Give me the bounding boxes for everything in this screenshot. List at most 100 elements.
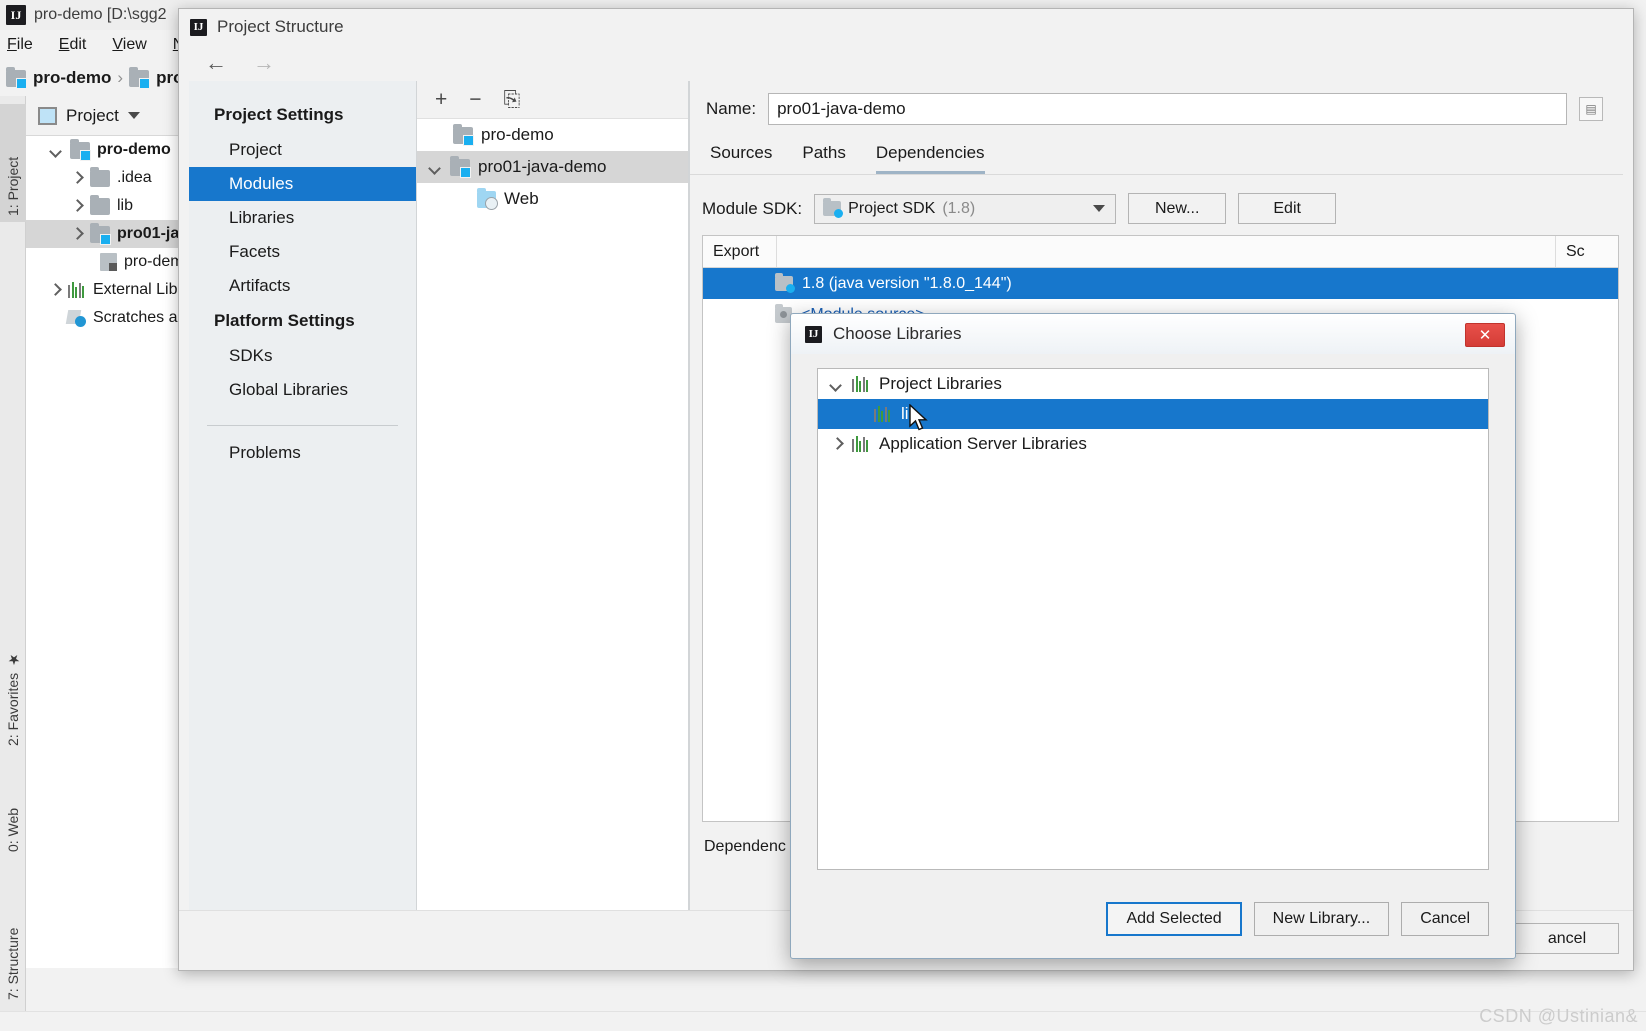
tab-paths[interactable]: Paths — [802, 143, 845, 174]
library-icon — [68, 282, 86, 298]
close-icon[interactable]: ✕ — [1465, 323, 1505, 347]
library-icon — [874, 406, 892, 422]
module-name-input[interactable] — [768, 93, 1567, 125]
tool-window-strip-left: 1: Project 2: Favorites ★ 0: Web 7: Stru… — [0, 96, 26, 1031]
libraries-list[interactable]: Project Libraries lib Application Server… — [817, 368, 1489, 870]
tab-dependencies[interactable]: Dependencies — [875, 143, 985, 174]
expand-arrow-icon[interactable] — [50, 144, 63, 157]
tool-tab-favorites[interactable]: 2: Favorites ★ — [0, 616, 26, 752]
sidebar-item-sdks[interactable]: SDKs — [189, 339, 416, 373]
column-name[interactable] — [777, 236, 1556, 267]
expand-arrow-icon[interactable] — [70, 172, 83, 185]
sidebar-item-artifacts[interactable]: Artifacts — [189, 269, 416, 303]
mouse-cursor-icon — [909, 404, 928, 431]
library-label: Project Libraries — [879, 374, 1002, 393]
choose-libraries-buttonbar: Add Selected New Library... Cancel — [1106, 902, 1489, 936]
project-structure-cancel-button[interactable]: ancel — [1515, 923, 1619, 954]
library-node-application-server-libraries[interactable]: Application Server Libraries — [818, 429, 1488, 459]
sidebar-item-facets[interactable]: Facets — [189, 235, 416, 269]
tool-tab-label: 7: Structure — [5, 927, 21, 1000]
sidebar-item-libraries[interactable]: Libraries — [189, 201, 416, 235]
breadcrumb-separator: › — [117, 68, 124, 87]
project-structure-nav: ← → — [179, 45, 1633, 81]
intellij-logo-icon: IJ — [805, 325, 822, 343]
tree-node-label: pro-demo — [97, 141, 171, 158]
folder-module-icon — [453, 123, 474, 146]
library-icon — [852, 436, 870, 452]
module-label: pro-demo — [481, 125, 554, 144]
library-icon — [852, 376, 870, 392]
folder-icon — [90, 194, 110, 215]
arrow-right-icon[interactable]: → — [253, 50, 275, 76]
chevron-down-icon[interactable] — [127, 112, 140, 119]
ide-status-bar — [0, 1011, 1646, 1031]
module-sdk-value: Project SDK — [848, 199, 936, 217]
expand-arrow-icon[interactable] — [48, 284, 61, 297]
plus-icon[interactable]: + — [435, 89, 447, 110]
arrow-left-icon[interactable]: ← — [205, 50, 227, 76]
expand-arrow-icon[interactable] — [429, 161, 442, 174]
copy-icon[interactable]: ⎘ — [504, 89, 521, 110]
expand-arrow-icon[interactable] — [70, 228, 83, 241]
library-label: Application Server Libraries — [879, 434, 1087, 453]
sidebar-item-global-libraries[interactable]: Global Libraries — [189, 373, 416, 407]
new-library-button[interactable]: New Library... — [1253, 902, 1390, 936]
folder-module-icon — [90, 222, 111, 245]
tab-sources[interactable]: Sources — [710, 143, 772, 174]
maximize-icon[interactable]: ▤ — [1579, 97, 1603, 121]
module-row-pro01-java-demo[interactable]: pro01-java-demo — [417, 151, 688, 183]
dependencies-table-header: Export Sc — [703, 236, 1618, 268]
module-sdk-combo[interactable]: Project SDK (1.8) — [814, 193, 1117, 224]
expand-arrow-icon[interactable] — [830, 378, 843, 391]
breadcrumb-item-pro[interactable]: pro — [129, 66, 183, 89]
sidebar-divider — [207, 425, 398, 426]
sidebar-item-project[interactable]: Project — [189, 133, 416, 167]
new-sdk-button[interactable]: New... — [1128, 193, 1227, 224]
edit-sdk-button[interactable]: Edit — [1238, 193, 1337, 224]
menu-edit[interactable]: Edit — [56, 34, 90, 56]
project-structure-titlebar: IJ Project Structure — [179, 9, 1633, 45]
star-icon: ★ — [5, 650, 21, 667]
intellij-logo-icon: IJ — [190, 18, 207, 36]
library-node-project-libraries[interactable]: Project Libraries — [818, 369, 1488, 399]
tool-tab-structure[interactable]: 7: Structure — [0, 876, 26, 1006]
project-structure-title: Project Structure — [217, 17, 344, 36]
expand-arrow-icon[interactable] — [830, 438, 843, 451]
sidebar-item-problems[interactable]: Problems — [189, 436, 416, 470]
expand-arrow-icon[interactable] — [70, 200, 83, 213]
column-export[interactable]: Export — [703, 236, 777, 267]
modules-toolbar: + − ⎘ — [417, 81, 688, 119]
column-scope[interactable]: Sc — [1556, 236, 1618, 267]
module-row-web-facet[interactable]: Web — [417, 183, 688, 215]
menu-view[interactable]: View — [109, 34, 149, 56]
sdk-icon — [823, 198, 844, 218]
module-label: pro01-java-demo — [478, 157, 607, 176]
folder-module-icon — [6, 66, 27, 89]
folder-icon — [90, 166, 110, 187]
tree-node-label: External Libra — [93, 281, 192, 298]
menu-file[interactable]: File — [4, 34, 36, 56]
cancel-button[interactable]: Cancel — [1401, 902, 1489, 936]
module-row-pro-demo[interactable]: pro-demo — [417, 119, 688, 151]
chevron-down-icon[interactable] — [1093, 205, 1106, 212]
add-selected-button[interactable]: Add Selected — [1106, 902, 1242, 936]
module-tabs: Sources Paths Dependencies — [690, 125, 1623, 175]
sidebar-item-modules[interactable]: Modules — [189, 167, 416, 201]
minus-icon[interactable]: − — [469, 89, 481, 110]
settings-sidebar: Project Settings Project Modules Librari… — [189, 81, 417, 910]
dependency-label: 1.8 (java version "1.8.0_144") — [802, 274, 1012, 292]
module-sdk-row: Module SDK: Project SDK (1.8) New... Edi… — [690, 175, 1623, 224]
choose-libraries-dialog: IJ Choose Libraries ✕ Project Libraries … — [790, 313, 1516, 959]
intellij-logo-icon: IJ — [6, 5, 26, 25]
tree-node-label: .idea — [117, 169, 152, 186]
tool-tab-project[interactable]: 1: Project — [0, 104, 26, 222]
module-sdk-label: Module SDK: — [702, 198, 803, 218]
sidebar-group-platform-settings: Platform Settings — [214, 311, 355, 330]
tool-tab-web[interactable]: 0: Web — [0, 766, 26, 858]
folder-module-icon — [450, 155, 471, 178]
tool-tab-label: 0: Web — [5, 807, 21, 852]
tool-tab-label: 2: Favorites — [5, 672, 21, 746]
breadcrumb-item-pro-demo[interactable]: pro-demo — [6, 66, 111, 89]
folder-module-icon — [70, 138, 91, 161]
dependency-row-jdk[interactable]: 1.8 (java version "1.8.0_144") — [703, 268, 1618, 299]
